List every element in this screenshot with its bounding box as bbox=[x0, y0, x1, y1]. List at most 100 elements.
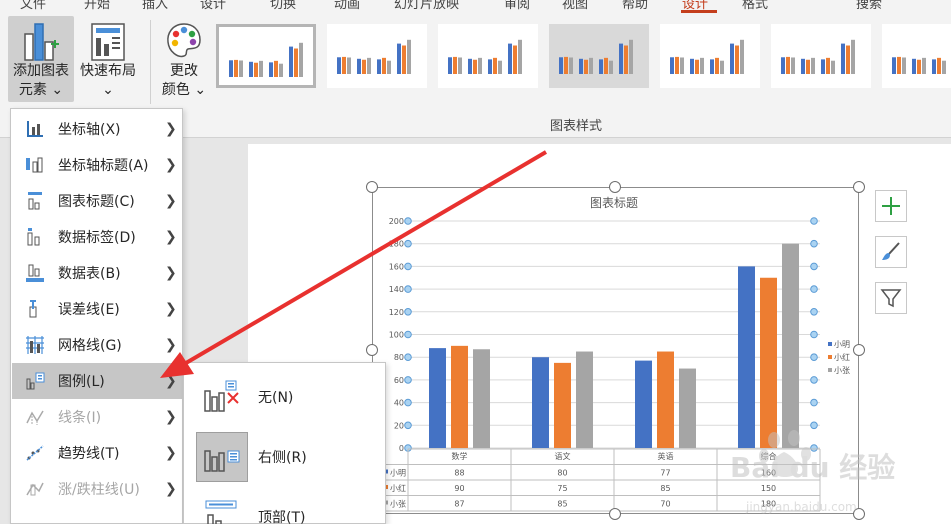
ribbon-separator bbox=[150, 20, 151, 104]
legend-option-label: 顶部(T) bbox=[258, 510, 306, 524]
up-down-bars-icon bbox=[12, 479, 58, 499]
y-tick-label: 200 bbox=[389, 217, 404, 226]
watermark-brand: Bai du 经验 bbox=[730, 451, 896, 484]
menu-item-label: 图表标题(C) bbox=[58, 194, 135, 210]
table-cell: 85 bbox=[660, 484, 670, 493]
menu-item-legend[interactable]: 图例(L) ❯ bbox=[12, 363, 183, 399]
y-tick-label: 140 bbox=[389, 285, 404, 294]
ribbon-tab-fragment[interactable]: 文件 bbox=[20, 0, 46, 12]
chart-style-thumbnail[interactable] bbox=[882, 24, 951, 88]
quick-layout-button[interactable]: 快速布局 ⌄ bbox=[74, 16, 142, 102]
table-cell: 88 bbox=[454, 469, 464, 478]
legend-top-icon bbox=[196, 492, 248, 524]
menu-item-axes[interactable]: 坐标轴(X) ❯ bbox=[12, 111, 183, 147]
menu-bar: 文件 开始 插入 设计 切换 动画 幻灯片放映 审阅 视图 帮助 设计 格式 搜索 bbox=[0, 0, 951, 14]
plus-icon bbox=[882, 197, 900, 215]
chart-styles-group-label: 图表样式 bbox=[550, 119, 603, 134]
chart-style-thumbnail[interactable] bbox=[216, 24, 316, 88]
bar-小红-数学 bbox=[451, 345, 468, 448]
menu-item-label: 坐标轴标题(A) bbox=[58, 158, 149, 174]
axis-handle-left bbox=[404, 398, 412, 407]
bar-小张-综合 bbox=[782, 243, 799, 448]
y-tick-label: 80 bbox=[394, 353, 404, 362]
watermark-url: jingyan.baidu.com bbox=[746, 500, 857, 514]
chevron-right-icon: ❯ bbox=[165, 121, 177, 137]
legend-option-top[interactable]: 顶部(T) bbox=[196, 491, 376, 524]
y-tick-label: 120 bbox=[389, 308, 404, 317]
resize-handle-right[interactable] bbox=[853, 344, 865, 356]
ribbon-tab-fragment[interactable]: 视图 bbox=[562, 0, 588, 12]
quick-layout-label: 快速布局 bbox=[80, 63, 136, 79]
ribbon-tab-fragment[interactable]: 设计 bbox=[682, 0, 708, 12]
y-tick-label: 180 bbox=[389, 240, 404, 249]
table-header: 语文 bbox=[555, 451, 571, 461]
menu-item-trendline[interactable]: 趋势线(T) ❯ bbox=[12, 435, 183, 471]
chevron-right-icon: ❯ bbox=[165, 481, 177, 497]
legend-entry: 小明 bbox=[834, 340, 850, 349]
table-cell: 80 bbox=[557, 469, 567, 478]
data-labels-icon bbox=[12, 227, 58, 247]
palette-icon bbox=[158, 16, 210, 62]
menu-item-lines: 线条(I) ❯ bbox=[12, 399, 183, 435]
menu-item-axis-titles[interactable]: 坐标轴标题(A) ❯ bbox=[12, 147, 183, 183]
legend-option-none[interactable]: 无(N) bbox=[196, 371, 376, 423]
chevron-right-icon: ❯ bbox=[165, 409, 177, 425]
ribbon-tab-fragment[interactable]: 设计 bbox=[200, 0, 226, 12]
ribbon-tab-fragment[interactable]: 格式 bbox=[742, 0, 768, 12]
axis-titles-icon bbox=[12, 155, 58, 175]
add-chart-element-button[interactable]: 添加图表 元素 ⌄ bbox=[8, 16, 74, 102]
legend-none-icon bbox=[196, 372, 248, 422]
resize-handle-top-right[interactable] bbox=[853, 181, 865, 193]
bar-小张-数学 bbox=[473, 349, 490, 448]
chevron-right-icon: ❯ bbox=[165, 301, 177, 317]
brush-icon bbox=[882, 242, 900, 260]
chevron-down-icon: ⌄ bbox=[102, 82, 114, 98]
chart-style-thumbnail[interactable] bbox=[327, 24, 427, 88]
resize-handle-left[interactable] bbox=[366, 344, 378, 356]
chart-style-thumbnail[interactable] bbox=[771, 24, 871, 88]
menu-item-label: 数据表(B) bbox=[58, 266, 121, 282]
chart-style-thumbnail[interactable] bbox=[438, 24, 538, 88]
y-tick-label: 160 bbox=[389, 262, 404, 271]
ribbon-tab-fragment[interactable]: 插入 bbox=[142, 0, 168, 12]
chevron-right-icon: ❯ bbox=[165, 337, 177, 353]
resize-handle-top-left[interactable] bbox=[366, 181, 378, 193]
ribbon-tab-fragment[interactable]: 审阅 bbox=[504, 0, 530, 12]
ribbon-tab-fragment[interactable]: 幻灯片放映 bbox=[394, 0, 459, 12]
trendline-icon bbox=[12, 443, 58, 463]
chart-style-thumbnail[interactable] bbox=[549, 24, 649, 88]
change-colors-button[interactable]: 更改 颜色 ⌄ bbox=[158, 16, 210, 102]
bar-小明-英语 bbox=[635, 360, 652, 448]
chart-style-thumbnail[interactable] bbox=[660, 24, 760, 88]
ribbon-tab-fragment[interactable]: 切换 bbox=[270, 0, 296, 12]
bar-小明-数学 bbox=[429, 348, 446, 448]
chart-filters-button[interactable] bbox=[875, 282, 907, 314]
chart-styles-brush-button[interactable] bbox=[875, 236, 907, 268]
ribbon-tab-fragment[interactable]: 动画 bbox=[334, 0, 360, 12]
axes-icon bbox=[12, 119, 58, 139]
axis-handle-left bbox=[404, 262, 412, 271]
menu-item-data-labels[interactable]: 数据标签(D) ❯ bbox=[12, 219, 183, 255]
ribbon-tab-fragment[interactable]: 帮助 bbox=[622, 0, 648, 12]
legend-key bbox=[828, 368, 832, 372]
axis-handle-left bbox=[404, 376, 412, 384]
resize-handle-top[interactable] bbox=[609, 181, 621, 193]
axis-handle-left bbox=[404, 239, 412, 248]
menu-item-chart-title[interactable]: 图表标题(C) ❯ bbox=[12, 183, 183, 219]
ribbon-tab-fragment[interactable]: 搜索 bbox=[856, 0, 882, 12]
axis-handle-right bbox=[810, 308, 818, 316]
menu-item-gridlines[interactable]: 网格线(G) ❯ bbox=[12, 327, 183, 363]
menu-item-data-table[interactable]: 数据表(B) ❯ bbox=[12, 255, 183, 291]
ribbon-tab-fragment[interactable]: 开始 bbox=[84, 0, 110, 12]
menu-item-error-bars[interactable]: 误差线(E) ❯ bbox=[12, 291, 183, 327]
axis-handle-left bbox=[404, 353, 412, 361]
add-chart-element-menu: 坐标轴(X) ❯ 坐标轴标题(A) ❯ 图表标题(C) ❯ 数据标签(D) ❯ 数据表(B) ❯ 误… bbox=[10, 108, 183, 524]
gridlines-icon bbox=[12, 335, 58, 355]
resize-handle-bottom[interactable] bbox=[609, 508, 621, 520]
chart-elements-plus-button[interactable] bbox=[875, 190, 907, 222]
bar-小红-英语 bbox=[657, 351, 674, 448]
legend-option-right[interactable]: 右侧(R) bbox=[196, 431, 376, 483]
bar-小张-语文 bbox=[576, 351, 593, 448]
table-cell: 85 bbox=[557, 500, 567, 509]
legend-entry: 小红 bbox=[834, 352, 850, 362]
